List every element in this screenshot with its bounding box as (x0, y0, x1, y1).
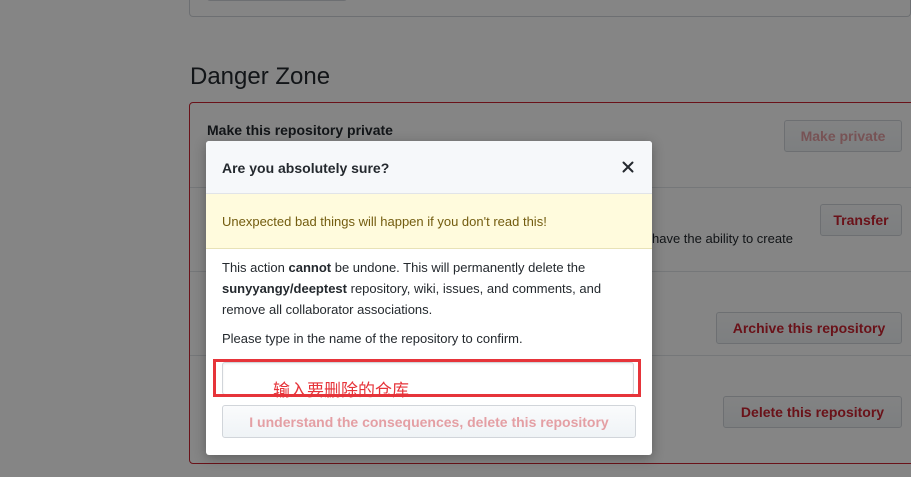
dialog-body-text: This action cannot be undone. This will … (222, 257, 638, 320)
confirm-delete-button[interactable]: I understand the consequences, delete th… (222, 405, 636, 438)
confirm-instruction: Please type in the name of the repositor… (222, 331, 523, 346)
repository-name: sunyyangy/deeptest (222, 281, 347, 296)
body-text-part: This action (222, 260, 289, 275)
dialog-title: Are you absolutely sure? (222, 160, 390, 176)
repository-name-input[interactable] (222, 362, 634, 395)
delete-confirm-dialog: Are you absolutely sure? Unexpected bad … (206, 141, 652, 455)
body-text-part: be undone. This will permanently delete … (331, 260, 586, 275)
warning-text: Unexpected bad things will happen if you… (222, 214, 547, 229)
dialog-header: Are you absolutely sure? (206, 141, 652, 194)
close-button[interactable] (618, 157, 638, 177)
warning-flash: Unexpected bad things will happen if you… (206, 194, 652, 249)
close-icon (622, 161, 634, 173)
body-text-emphasis: cannot (288, 260, 332, 275)
